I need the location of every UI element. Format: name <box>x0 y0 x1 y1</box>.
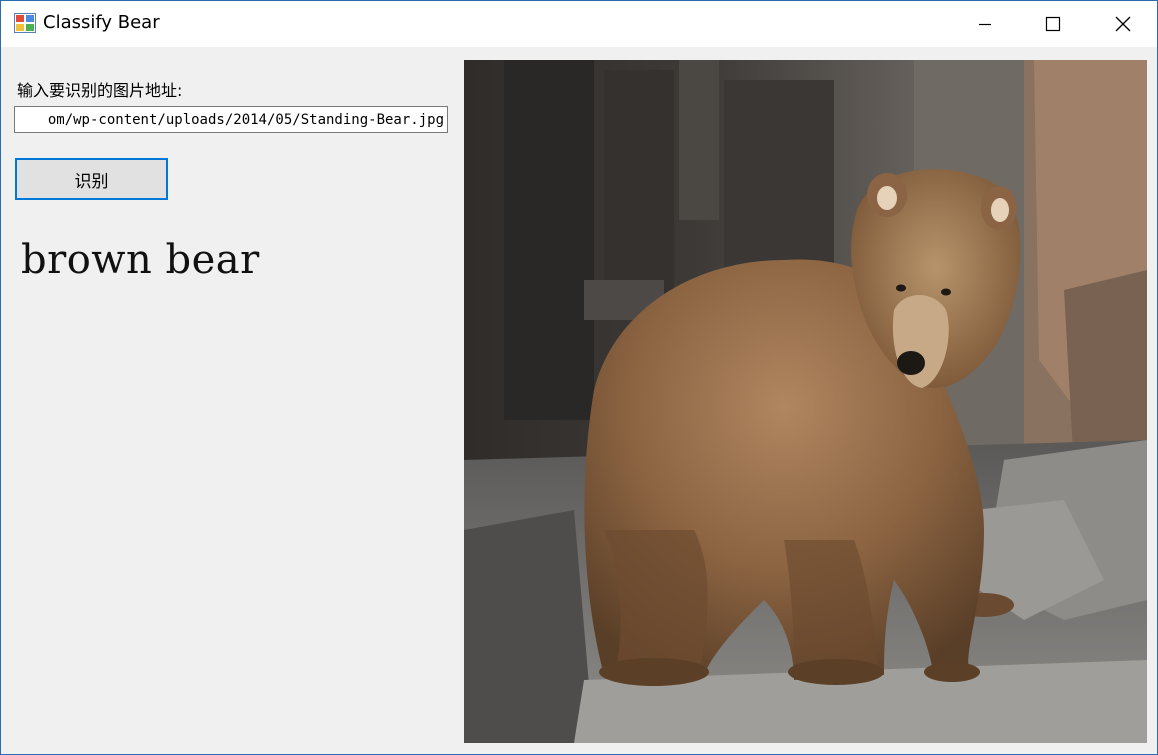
classify-button[interactable]: 识别 <box>15 158 168 200</box>
classification-result: brown bear <box>21 237 260 283</box>
image-url-input[interactable] <box>14 106 448 133</box>
bear-image <box>464 60 1147 743</box>
minimize-button[interactable] <box>951 1 1019 47</box>
bear-photo <box>464 60 1147 743</box>
app-window: Classify Bear 输入要识别的图片地址: 识别 brown bear <box>0 0 1158 755</box>
window-title: Classify Bear <box>43 12 160 33</box>
title-bar[interactable]: Classify Bear <box>1 1 1157 47</box>
maximize-button[interactable] <box>1019 1 1087 47</box>
minimize-icon <box>979 23 991 26</box>
maximize-icon <box>1045 16 1061 32</box>
close-icon <box>1115 16 1131 32</box>
client-area: 输入要识别的图片地址: 识别 brown bear <box>1 47 1157 754</box>
close-button[interactable] <box>1089 1 1157 47</box>
url-prompt-label: 输入要识别的图片地址: <box>17 81 183 100</box>
app-icon <box>14 13 36 33</box>
